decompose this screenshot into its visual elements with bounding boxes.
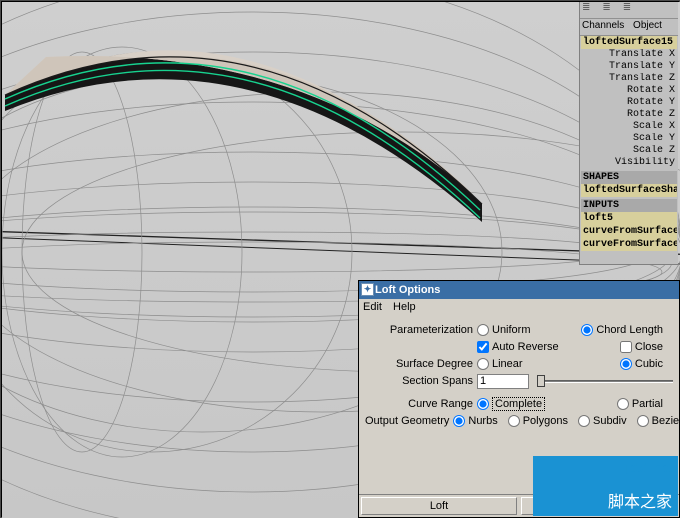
window-title-text: Loft Options [375,284,440,296]
input-curve1[interactable]: curveFromSurfaceI [581,225,677,238]
apply-button[interactable]: Ap [521,497,677,515]
bezier-radio[interactable]: Bezier [637,415,680,427]
linear-radio[interactable]: Linear [477,358,523,370]
object-menu[interactable]: Object [633,20,662,31]
complete-radio[interactable]: Complete [477,397,545,411]
attr-translate-x[interactable]: Translate X [581,49,677,61]
attr-rotate-z[interactable]: Rotate Z [581,109,677,121]
attr-translate-z[interactable]: Translate Z [581,73,677,85]
uniform-radio[interactable]: Uniform [477,324,531,336]
window-icon: ✦ [361,283,374,296]
attr-rotate-y[interactable]: Rotate Y [581,97,677,109]
channel-box-icon-row: ≣ ≣ ≣ [580,2,678,19]
help-menu[interactable]: Help [393,301,416,313]
loft-options-window[interactable]: ✦ Loft Options Edit Help Parameterizatio… [358,280,680,518]
window-menubar[interactable]: Edit Help [359,299,679,317]
inputs-header: INPUTS [581,199,677,212]
section-spans-field[interactable] [477,374,529,389]
output-geometry-label: Output Geometry [365,415,453,427]
attr-rotate-x[interactable]: Rotate X [581,85,677,97]
attr-scale-z[interactable]: Scale Z [581,145,677,157]
attr-scale-y[interactable]: Scale Y [581,133,677,145]
channel-box-panel: ≣ ≣ ≣ Channels Object loftedSurface15 Tr… [579,2,678,265]
cubic-radio[interactable]: Cubic [620,358,663,370]
edit-menu[interactable]: Edit [363,301,382,313]
lofted-surface [5,50,482,222]
section-spans-label: Section Spans [365,375,477,387]
channels-menu[interactable]: Channels [582,20,624,31]
channel-box-menubar[interactable]: Channels Object [580,19,678,36]
loft-button[interactable]: Loft [361,497,517,515]
chord-length-radio[interactable]: Chord Length [581,324,663,336]
shapes-header: SHAPES [581,171,677,184]
shape-node[interactable]: loftedSurfaceShap [581,184,677,197]
input-curve2[interactable]: curveFromSurfaceI [581,238,677,251]
partial-radio[interactable]: Partial [617,398,663,410]
node-name[interactable]: loftedSurface15 [581,36,677,49]
window-titlebar[interactable]: ✦ Loft Options [359,281,679,299]
parameterization-label: Parameterization [365,324,477,336]
attr-scale-x[interactable]: Scale X [581,121,677,133]
close-checkbox[interactable]: Close [620,341,663,353]
auto-reverse-checkbox[interactable]: Auto Reverse [477,341,559,353]
curve-range-label: Curve Range [365,398,477,410]
attr-visibility[interactable]: Visibility [581,157,677,169]
attr-translate-y[interactable]: Translate Y [581,61,677,73]
surface-degree-label: Surface Degree [365,358,477,370]
polygons-radio[interactable]: Polygons [508,415,568,427]
input-loft[interactable]: loft5 [581,212,677,225]
section-spans-slider[interactable] [537,374,673,388]
nurbs-radio[interactable]: Nurbs [453,415,497,427]
subdiv-radio[interactable]: Subdiv [578,415,627,427]
